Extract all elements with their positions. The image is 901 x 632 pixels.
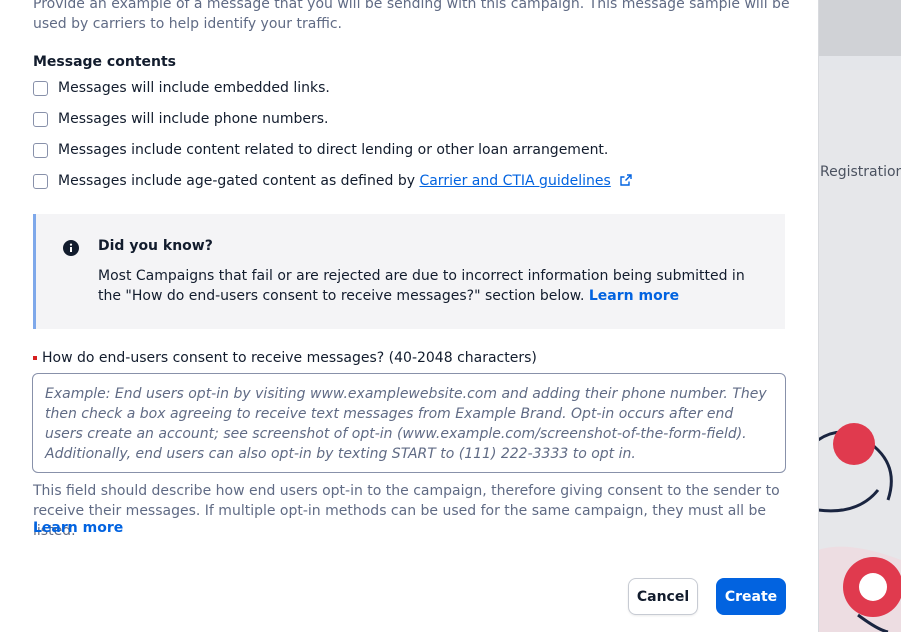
checkbox-row-age-gated[interactable]: Messages include age-gated content as de…: [33, 173, 632, 189]
consent-field-label-text: How do end-users consent to receive mess…: [42, 350, 537, 366]
consent-textarea[interactable]: Example: End users opt-in by visiting ww…: [32, 373, 786, 473]
age-gated-label-text: Messages include age-gated content as de…: [58, 173, 420, 189]
info-icon: [63, 240, 79, 256]
background-illustration: [818, 390, 901, 632]
create-button[interactable]: Create: [716, 578, 786, 615]
checkbox-row-direct-lending[interactable]: Messages include content related to dire…: [33, 142, 608, 158]
consent-learn-more-link[interactable]: Learn more: [33, 520, 123, 536]
background-registration-label: Registration: [820, 164, 901, 180]
phone-numbers-checkbox[interactable]: [33, 111, 48, 127]
consent-field-label: How do end-users consent to receive mess…: [33, 350, 537, 366]
create-campaign-modal: Provide an example of a message that you…: [0, 0, 819, 632]
embedded-links-label: Messages will include embedded links.: [58, 80, 330, 96]
did-you-know-callout: Did you know? Most Campaigns that fail o…: [33, 214, 785, 329]
callout-learn-more-link[interactable]: Learn more: [589, 288, 679, 304]
callout-body: Most Campaigns that fail or are rejected…: [98, 266, 758, 306]
age-gated-label: Messages include age-gated content as de…: [58, 173, 632, 189]
message-contents-label: Message contents: [33, 54, 176, 70]
checkbox-row-phone-numbers[interactable]: Messages will include phone numbers.: [33, 111, 329, 127]
consent-help-text: This field should describe how end users…: [33, 483, 780, 539]
background-topbar: [818, 0, 901, 56]
embedded-links-checkbox[interactable]: [33, 80, 48, 96]
required-indicator: [33, 356, 37, 360]
external-link-icon: [620, 174, 632, 186]
carrier-ctia-guidelines-link[interactable]: Carrier and CTIA guidelines: [419, 173, 610, 189]
consent-textarea-placeholder: Example: End users opt-in by visiting ww…: [45, 386, 767, 462]
checkbox-row-embedded-links[interactable]: Messages will include embedded links.: [33, 80, 330, 96]
cancel-button[interactable]: Cancel: [628, 578, 698, 615]
direct-lending-checkbox[interactable]: [33, 142, 48, 158]
callout-title: Did you know?: [98, 238, 213, 254]
direct-lending-label: Messages include content related to dire…: [58, 142, 609, 158]
phone-numbers-label: Messages will include phone numbers.: [58, 111, 329, 127]
message-sample-description: Provide an example of a message that you…: [33, 0, 790, 32]
age-gated-checkbox[interactable]: [33, 173, 48, 189]
